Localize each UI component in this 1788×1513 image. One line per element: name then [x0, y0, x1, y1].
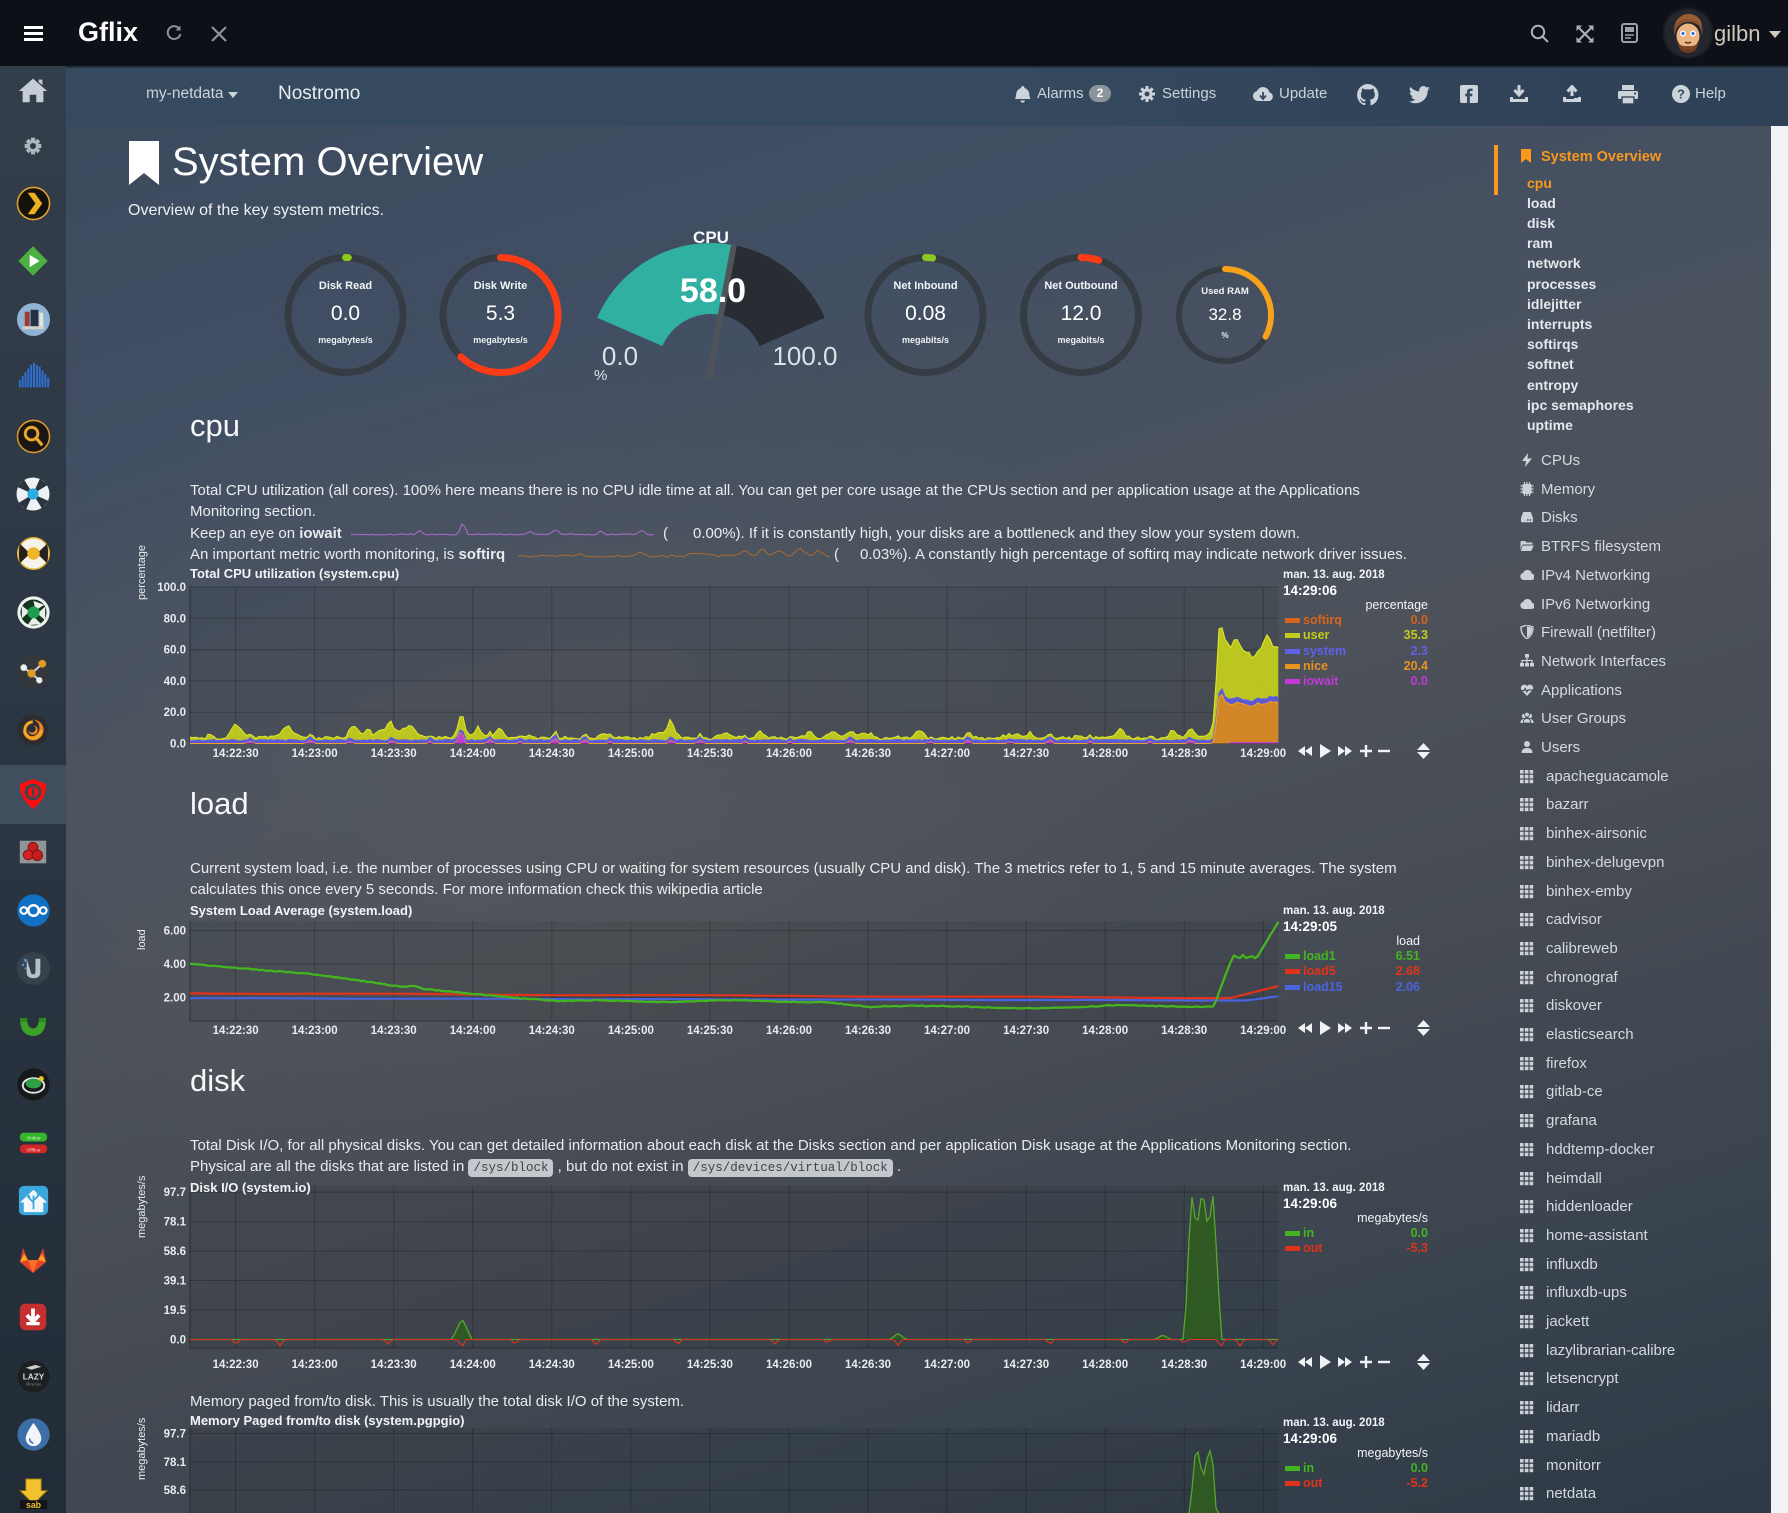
svg-text:Offline: Offline — [26, 1147, 40, 1153]
svg-text:librarian: librarian — [25, 1381, 41, 1386]
svg-text:?: ? — [1677, 87, 1685, 102]
svg-text:LAZY: LAZY — [22, 1372, 44, 1381]
svg-text:Online: Online — [26, 1135, 40, 1141]
svg-text:sab: sab — [25, 1500, 40, 1510]
